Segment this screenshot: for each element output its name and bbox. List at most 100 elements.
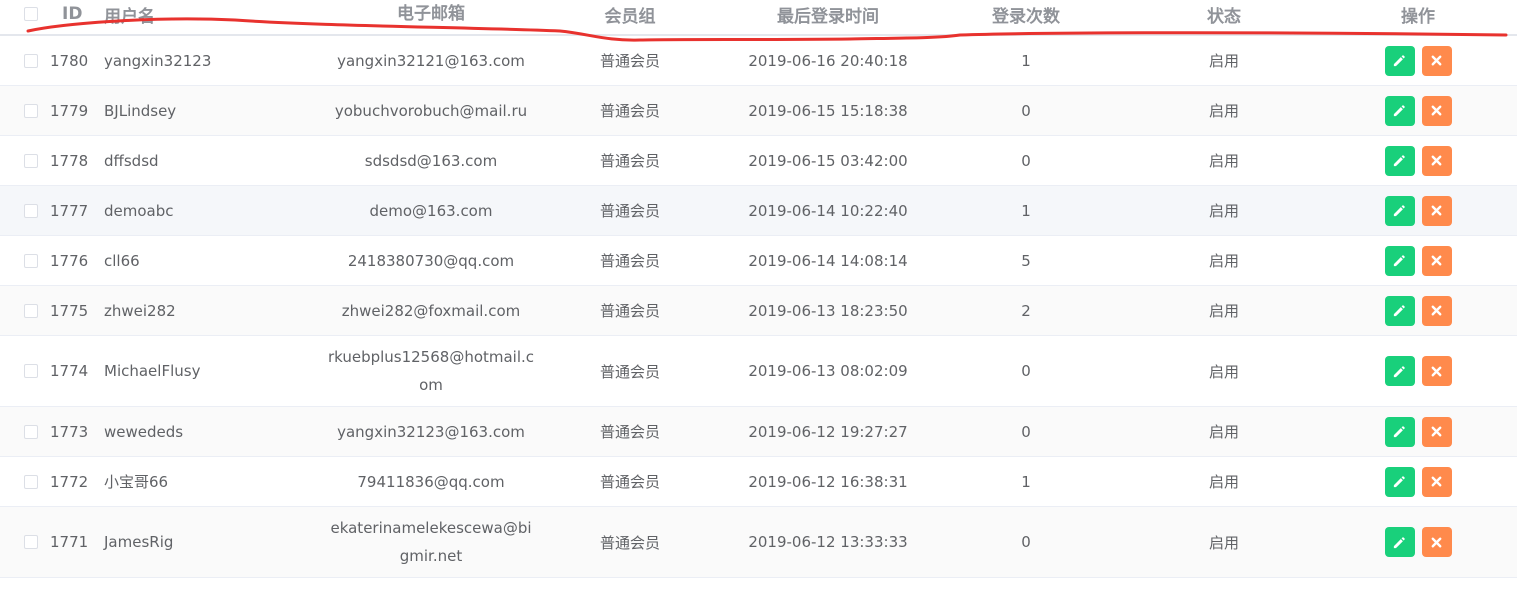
row-checkbox[interactable] [24, 253, 38, 268]
edit-button[interactable] [1384, 356, 1415, 386]
cell-username: zhwei282 [104, 301, 176, 320]
edit-button[interactable] [1384, 466, 1415, 497]
cell-status: 启用 [1208, 362, 1239, 381]
row-checkbox[interactable] [24, 303, 38, 318]
cell-username: JamesRig [104, 533, 174, 551]
cell-last-login: 2019-06-16 20:40:18 [748, 51, 908, 70]
edit-button[interactable] [1384, 245, 1415, 276]
row-checkbox[interactable] [24, 364, 38, 378]
row-checkbox[interactable] [24, 53, 38, 68]
close-icon [1430, 475, 1443, 488]
delete-button[interactable] [1421, 195, 1452, 226]
delete-button[interactable] [1421, 416, 1452, 447]
cell-last-login: 2019-06-13 08:02:09 [748, 362, 908, 380]
pencil-icon [1392, 424, 1407, 439]
table-row[interactable]: 1774 MichaelFlusy rkuebplus12568@hotmail.c… [0, 336, 1517, 407]
cell-login-count: 0 [1021, 422, 1031, 441]
email-line: zhwei282@foxmail.com [341, 301, 521, 320]
table-row[interactable]: 1780 yangxin32123 yangxin32121@163.com 普通会员… [0, 36, 1517, 86]
cell-actions [1358, 507, 1478, 577]
header-status[interactable]: 状态 [1164, 0, 1284, 28]
row-checkbox[interactable] [24, 153, 38, 168]
member-table: ID 用户名 电子邮箱 会员组 最后登录时间 登录次数 状态 操作 1780 ya… [0, 0, 1517, 578]
edit-button[interactable] [1384, 195, 1415, 226]
table-row[interactable]: 1775 zhwei282 zhwei282@foxmail.com 普通会员 2019… [0, 286, 1517, 336]
header-email[interactable]: 电子邮箱 [320, 0, 542, 28]
cell-login-count: 1 [1021, 472, 1031, 491]
edit-button[interactable] [1384, 145, 1415, 176]
delete-button[interactable] [1421, 245, 1452, 276]
close-icon [1430, 204, 1443, 217]
row-checkbox[interactable] [24, 535, 38, 549]
table-row[interactable]: 1772 小宝哥66 79411836@qq.com 普通会员 2019-06-12 1… [0, 457, 1517, 507]
row-select-cell [24, 86, 42, 135]
cell-id: 1774 [50, 362, 89, 380]
cell-status: 启用 [1208, 152, 1239, 170]
cell-id: 1778 [50, 151, 89, 170]
table-row[interactable]: 1776 cll66 2418380730@qq.com 普通会员 2019-06-14… [0, 236, 1517, 286]
select-all-checkbox[interactable] [24, 7, 38, 21]
row-checkbox[interactable] [24, 474, 38, 489]
edit-button[interactable] [1384, 95, 1415, 126]
select-all-cell [24, 0, 42, 28]
cell-status: 启用 [1208, 102, 1239, 120]
row-checkbox[interactable] [24, 103, 38, 118]
delete-button[interactable] [1421, 466, 1452, 497]
header-id[interactable]: ID [62, 0, 108, 28]
delete-button[interactable] [1421, 356, 1452, 386]
cell-id: 1775 [50, 301, 89, 320]
close-icon [1430, 54, 1443, 67]
email-line: ekaterinamelekescewa@bi [330, 519, 532, 537]
cell-status: 启用 [1208, 252, 1239, 270]
table-row[interactable]: 1773 wewededs yangxin32123@163.com 普通会员 2019… [0, 407, 1517, 457]
cell-email: zhwei282@foxmail.com [320, 286, 542, 335]
table-row[interactable]: 1778 dffsdsd sdsdsd@163.com 普通会员 2019-06-15 … [0, 136, 1517, 186]
close-icon [1430, 154, 1443, 167]
cell-group: 普通会员 [599, 362, 660, 381]
cell-email: rkuebplus12568@hotmail.c om [320, 336, 542, 406]
cell-login-count: 2 [1021, 301, 1031, 320]
cell-group: 普通会员 [599, 202, 660, 220]
pencil-icon [1392, 535, 1407, 550]
row-select-cell [24, 236, 42, 285]
cell-username: wewededs [104, 422, 184, 441]
row-checkbox[interactable] [24, 424, 38, 439]
header-login-count[interactable]: 登录次数 [966, 0, 1086, 28]
row-select-cell [24, 507, 42, 577]
header-group[interactable]: 会员组 [570, 0, 690, 28]
cell-login-count: 0 [1021, 151, 1031, 170]
row-checkbox[interactable] [24, 203, 38, 218]
cell-username: yangxin32123 [104, 51, 212, 70]
cell-group: 普通会员 [599, 102, 660, 120]
cell-status: 启用 [1208, 533, 1239, 552]
table-row[interactable]: 1771 JamesRig ekaterinamelekescewa@bi gmir.… [0, 507, 1517, 578]
header-last-login[interactable]: 最后登录时间 [728, 0, 928, 28]
cell-login-count: 1 [1021, 201, 1031, 220]
email-line: 79411836@qq.com [357, 472, 505, 491]
delete-button[interactable] [1421, 527, 1452, 557]
edit-button[interactable] [1384, 45, 1415, 76]
delete-button[interactable] [1421, 145, 1452, 176]
header-actions: 操作 [1401, 6, 1435, 27]
header-username[interactable]: 用户名 [104, 0, 304, 28]
close-icon [1430, 365, 1443, 378]
email-line: gmir.net [399, 547, 463, 565]
edit-button[interactable] [1384, 416, 1415, 447]
delete-button[interactable] [1421, 45, 1452, 76]
cell-email: ekaterinamelekescewa@bi gmir.net [320, 507, 542, 577]
delete-button[interactable] [1421, 95, 1452, 126]
email-line: yobuchvorobuch@mail.ru [334, 101, 528, 120]
delete-button[interactable] [1421, 295, 1452, 326]
table-row[interactable]: 1777 demoabc demo@163.com 普通会员 2019-06-14 10… [0, 186, 1517, 236]
cell-id: 1777 [50, 201, 89, 220]
cell-status: 启用 [1208, 473, 1239, 491]
cell-group: 普通会员 [599, 473, 660, 491]
cell-actions [1358, 286, 1478, 335]
edit-button[interactable] [1384, 295, 1415, 326]
cell-group: 普通会员 [599, 152, 660, 170]
table-row[interactable]: 1779 BJLindsey yobuchvorobuch@mail.ru 普通会员 2… [0, 86, 1517, 136]
edit-button[interactable] [1384, 527, 1415, 557]
cell-status: 启用 [1208, 52, 1239, 70]
pencil-icon [1392, 364, 1407, 379]
cell-username: cll66 [104, 251, 140, 270]
